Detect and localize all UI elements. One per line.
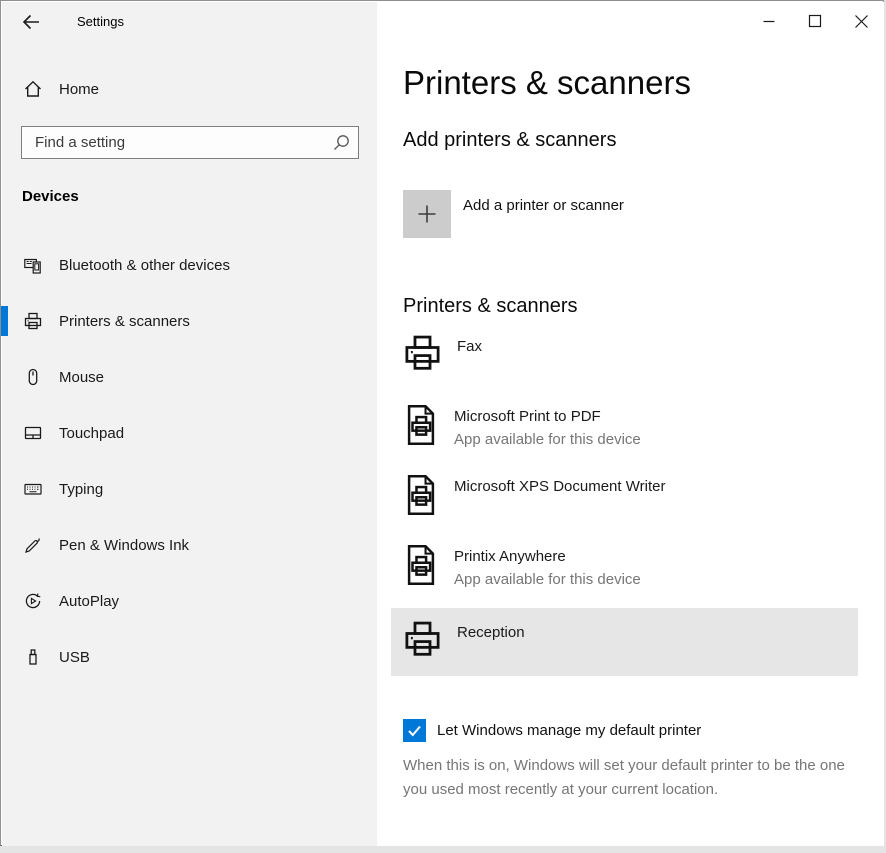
home-label: Home [59,81,99,98]
sidebar-item-label: USB [59,649,90,666]
sidebar-item-pen[interactable]: Pen & Windows Ink [2,517,377,573]
printer-row-reception[interactable]: Reception [391,608,858,676]
checkbox-checked[interactable] [403,719,426,742]
pen-icon [23,535,43,555]
checkmark-icon [406,722,423,739]
sidebar-item-label: Printers & scanners [59,313,190,330]
printer-name: Microsoft Print to PDF [454,406,641,428]
titlebar: Settings [2,2,377,42]
sidebar-item-label: Bluetooth & other devices [59,257,230,274]
usb-icon [23,647,43,667]
printer-status: App available for this device [454,428,641,451]
search-icon[interactable] [324,133,358,152]
maximize-button[interactable] [792,2,838,40]
sidebar-item-home[interactable]: Home [23,76,99,102]
sidebar-item-typing[interactable]: Typing [2,461,377,517]
sidebar-section-header: Devices [22,188,79,205]
sidebar-item-autoplay[interactable]: AutoPlay [2,573,377,629]
printer-status: App available for this device [454,568,641,591]
add-printer-label: Add a printer or scanner [463,197,624,238]
add-section-heading: Add printers & scanners [403,129,616,152]
printer-name: Microsoft XPS Document Writer [454,476,665,498]
sidebar-item-label: Mouse [59,369,104,386]
printer-name: Reception [457,622,525,644]
autoplay-icon [23,591,43,611]
sidebar-item-touchpad[interactable]: Touchpad [2,405,377,461]
search-input[interactable] [22,134,324,151]
document-printer-icon [404,474,438,538]
mouse-icon [23,367,43,387]
app-title: Settings [77,14,124,29]
sidebar-item-label: Touchpad [59,425,124,442]
printer-icon [23,311,43,331]
back-button[interactable] [19,11,43,33]
document-printer-icon [404,404,438,468]
keyboard-icon [23,479,43,499]
sidebar-nav: Bluetooth & other devices Printers & sca… [2,237,377,685]
printer-row-printix[interactable]: Printix Anywhere App available for this … [391,538,858,608]
printer-icon [404,334,441,398]
sidebar-item-bluetooth[interactable]: Bluetooth & other devices [2,237,377,293]
main-panel: Printers & scanners Add printers & scann… [377,2,884,846]
sidebar-item-printers[interactable]: Printers & scanners [2,293,377,349]
add-printer-button[interactable]: Add a printer or scanner [403,190,624,238]
page-title: Printers & scanners [403,64,691,102]
sidebar-item-label: Typing [59,481,103,498]
close-button[interactable] [838,2,884,40]
back-arrow-icon [21,13,41,31]
printer-name: Printix Anywhere [454,546,641,568]
document-printer-icon [404,544,438,608]
sidebar-item-label: AutoPlay [59,593,119,610]
sidebar-item-label: Pen & Windows Ink [59,537,189,554]
settings-window: Settings Home Devices [0,0,884,846]
search-box [21,126,359,159]
printer-row-fax[interactable]: Fax [391,328,858,398]
minimize-button[interactable] [746,2,792,40]
home-icon [23,79,43,99]
printer-row-ms-xps[interactable]: Microsoft XPS Document Writer [391,468,858,538]
default-printer-toggle[interactable]: Let Windows manage my default printer [403,719,701,742]
default-printer-label: Let Windows manage my default printer [437,722,701,739]
sidebar-item-mouse[interactable]: Mouse [2,349,377,405]
printer-list: Fax Microsoft Print to PDF App avai [391,328,858,676]
sidebar: Settings Home Devices [2,2,377,846]
printer-icon [404,620,441,676]
printers-section-heading: Printers & scanners [403,295,578,318]
window-controls [746,2,884,40]
touchpad-icon [23,423,43,443]
sidebar-item-usb[interactable]: USB [2,629,377,685]
selection-accent-bar [1,306,8,336]
default-printer-description: When this is on, Windows will set your d… [403,754,863,801]
printer-name: Fax [457,336,482,358]
plus-icon [403,190,451,238]
printer-row-ms-print-to-pdf[interactable]: Microsoft Print to PDF App available for… [391,398,858,468]
devices-icon [23,255,43,275]
